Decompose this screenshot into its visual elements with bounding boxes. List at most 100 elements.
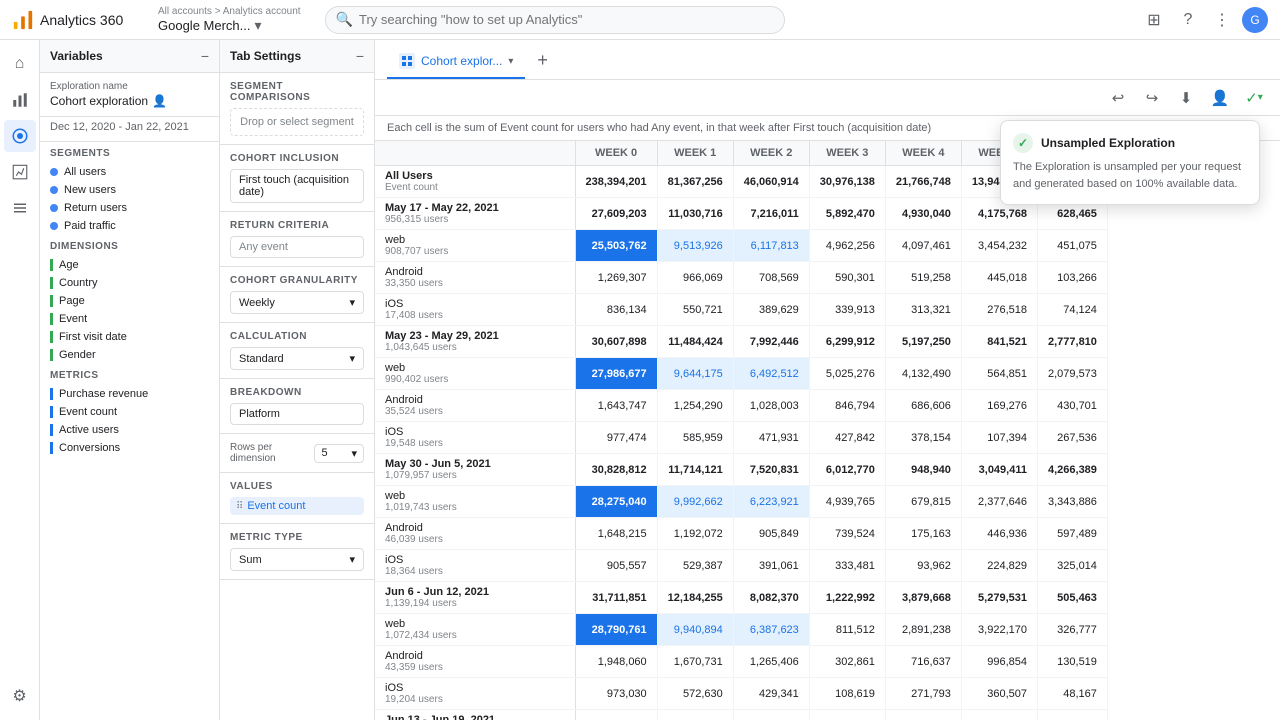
apps-icon-btn[interactable]: ⊞ [1140, 6, 1168, 34]
data-cell-r8-c5: 3,049,411 [961, 454, 1037, 486]
table-header-row: WEEK 0 WEEK 1 WEEK 2 WEEK 3 WEEK 4 WEEK … [375, 141, 1107, 166]
data-cell-r1-c3: 4,962,256 [809, 230, 885, 262]
share-button[interactable]: 👤 [1206, 84, 1234, 112]
data-cell-r4-c2: 7,992,446 [733, 326, 809, 358]
nav-explore[interactable] [4, 120, 36, 152]
drop-segment-box[interactable]: Drop or select segment [230, 108, 364, 136]
segment-item[interactable]: Return users [40, 199, 219, 217]
data-cell-r5-c3: 5,025,276 [809, 358, 885, 390]
date-range[interactable]: Dec 12, 2020 - Jan 22, 2021 [40, 117, 219, 142]
row-label-cell: web 1,072,434 users [375, 614, 575, 646]
more-icon-btn[interactable]: ⋮ [1208, 6, 1236, 34]
row-label-cell: iOS 19,548 users [375, 422, 575, 454]
data-cell-r2-c1: 966,069 [657, 262, 733, 294]
logo-area: Analytics 360 [12, 9, 142, 31]
data-cell-r16-c4: 6,218,479 [885, 710, 961, 720]
data-cell-r12-c3: 1,222,992 [809, 582, 885, 614]
help-icon-btn[interactable]: ? [1174, 6, 1202, 34]
data-cell-r4-c5: 841,521 [961, 326, 1037, 358]
data-cell-r15-c0: 973,030 [575, 678, 657, 710]
data-cell-r9-c1: 9,992,662 [657, 486, 733, 518]
value-chip[interactable]: ⠿ Event count [230, 497, 364, 515]
row-label-cell: May 30 - Jun 5, 2021 1,079,957 users [375, 454, 575, 486]
redo-button[interactable]: ↪ [1138, 84, 1166, 112]
row-label-cell: Android 35,524 users [375, 390, 575, 422]
add-tab-button[interactable]: + [529, 44, 556, 79]
segment-item[interactable]: All users [40, 163, 219, 181]
metric-type-select[interactable]: Sum ▾ [230, 548, 364, 571]
table-row: Android 46,039 users 1,648,2151,192,0729… [375, 518, 1107, 550]
data-cell-r4-c1: 11,484,424 [657, 326, 733, 358]
metric-item[interactable]: Active users [40, 421, 219, 439]
dimension-item[interactable]: Event [40, 310, 219, 328]
data-cell-r16-c5: 596,939 [961, 710, 1037, 720]
dimension-item[interactable]: Page [40, 292, 219, 310]
cohort-inclusion-input[interactable]: First touch (acquisition date) [230, 169, 364, 203]
data-cell-r7-c6: 267,536 [1037, 422, 1107, 454]
table-row: Android 43,359 users 1,948,0601,670,7311… [375, 646, 1107, 678]
col-week-4: WEEK 4 [885, 141, 961, 166]
metric-item[interactable]: Conversions [40, 439, 219, 457]
data-cell-r1-c2: 6,117,813 [733, 230, 809, 262]
breadcrumb-top: All accounts > Analytics account [158, 6, 301, 17]
data-cell-r11-c3: 333,481 [809, 550, 885, 582]
metric-item[interactable]: Event count [40, 403, 219, 421]
download-button[interactable]: ⬇ [1172, 84, 1200, 112]
chevron-down-icon-metric: ▾ [349, 553, 355, 566]
dimension-item[interactable]: Gender [40, 346, 219, 364]
row-label-cell: Android 43,359 users [375, 646, 575, 678]
data-cell-r13-c0: 28,790,761 [575, 614, 657, 646]
row-label-cell: iOS 17,408 users [375, 294, 575, 326]
rows-per-dim-select[interactable]: 5 ▾ [314, 444, 364, 463]
breadcrumb-area: All accounts > Analytics account Google … [158, 6, 301, 34]
table-row: iOS 19,548 users 977,474585,959471,93142… [375, 422, 1107, 454]
avatar[interactable]: G [1242, 7, 1268, 33]
nav-home[interactable]: ⌂ [4, 48, 36, 80]
variables-minimize-btn[interactable]: − [201, 48, 209, 64]
segment-comparisons-section: SEGMENT COMPARISONS Drop or select segme… [220, 73, 374, 145]
data-cell-r10-c0: 1,648,215 [575, 518, 657, 550]
cohort-inclusion-section: COHORT INCLUSION First touch (acquisitio… [220, 145, 374, 212]
undo-button[interactable]: ↩ [1104, 84, 1132, 112]
status-button[interactable]: ✓ ▾ [1240, 84, 1268, 112]
redo-icon: ↪ [1146, 89, 1159, 107]
calculation-select[interactable]: Standard ▾ [230, 347, 364, 370]
nav-advertising[interactable] [4, 156, 36, 188]
metric-item[interactable]: Purchase revenue [40, 385, 219, 403]
download-icon: ⬇ [1180, 89, 1193, 107]
nav-configure[interactable] [4, 192, 36, 224]
return-criteria-input[interactable]: Any event [230, 236, 364, 258]
dimension-item[interactable]: Age [40, 256, 219, 274]
row-label-cell: Jun 13 - Jun 19, 2021 1,066,405 users [375, 710, 575, 720]
variables-panel-header: Variables − [40, 40, 219, 73]
segment-item[interactable]: Paid traffic [40, 217, 219, 235]
chevron-down-icon-granularity: ▾ [349, 296, 355, 309]
dimension-item[interactable]: Country [40, 274, 219, 292]
tab-settings-minimize-btn[interactable]: − [356, 48, 364, 64]
nav-reports[interactable] [4, 84, 36, 116]
data-table-wrapper[interactable]: WEEK 0 WEEK 1 WEEK 2 WEEK 3 WEEK 4 WEEK … [375, 141, 1280, 720]
breadcrumb-bottom[interactable]: Google Merch... ▾ [158, 17, 301, 34]
values-section: VALUES ⠿ Event count [220, 473, 374, 524]
table-row: web 990,402 users 27,986,6779,644,1756,4… [375, 358, 1107, 390]
search-bar[interactable]: 🔍 [325, 6, 785, 34]
data-cell-r14-c6: 130,519 [1037, 646, 1107, 678]
segment-item[interactable]: New users [40, 181, 219, 199]
cohort-granularity-select[interactable]: Weekly ▾ [230, 291, 364, 314]
data-cell-r7-c0: 977,474 [575, 422, 657, 454]
col-week-0: WEEK 0 [575, 141, 657, 166]
tab-settings-panel: Tab Settings − SEGMENT COMPARISONS Drop … [220, 40, 375, 720]
tab-cohort[interactable]: Cohort explor... ▾ [387, 47, 525, 79]
data-cell-r3-c4: 313,321 [885, 294, 961, 326]
help-icon: ? [1184, 11, 1193, 29]
data-cell-r8-c0: 30,828,812 [575, 454, 657, 486]
data-cell-r1-c4: 4,097,461 [885, 230, 961, 262]
table-body: All Users Event count 238,394,20181,367,… [375, 166, 1107, 720]
search-input[interactable] [359, 12, 774, 27]
table-row-all-users: All Users Event count 238,394,20181,367,… [375, 166, 1107, 198]
table-row: web 1,072,434 users 28,790,7619,940,8946… [375, 614, 1107, 646]
dimension-item[interactable]: First visit date [40, 328, 219, 346]
nav-settings[interactable]: ⚙ [4, 680, 36, 712]
data-cell-r0-c1: 11,030,716 [657, 198, 733, 230]
data-cell-r0-c4: 4,930,040 [885, 198, 961, 230]
